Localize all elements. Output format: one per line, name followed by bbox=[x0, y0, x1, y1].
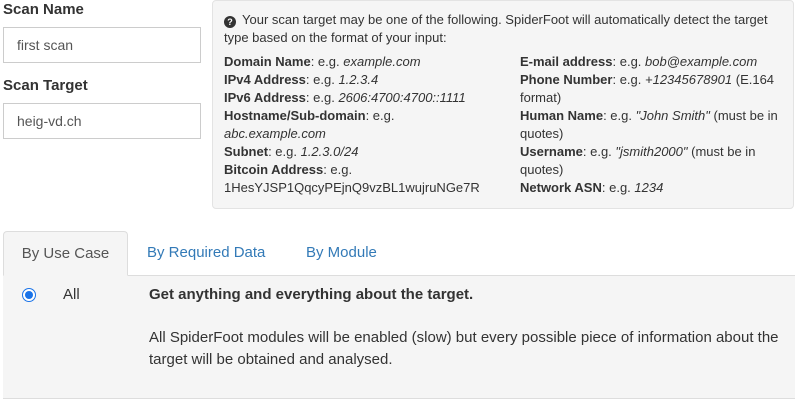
target-type-entry: IPv4 Address: e.g. 1.2.3.4 bbox=[224, 72, 379, 87]
target-type-entry: IPv6 Address: e.g. 2606:4700:4700::1111 bbox=[224, 90, 466, 105]
tab-by-module[interactable]: By Module bbox=[306, 231, 377, 276]
tab-by-required-data[interactable]: By Required Data bbox=[147, 231, 265, 276]
target-type-entry: Network ASN: e.g. 1234 bbox=[520, 180, 664, 195]
use-case-panel: All Get anything and everything about th… bbox=[3, 275, 795, 399]
target-types-right: E-mail address: e.g. bob@example.com Pho… bbox=[520, 53, 788, 197]
target-type-entry: Phone Number: e.g. +12345678901 (E.164 f… bbox=[520, 72, 775, 105]
scan-target-input[interactable] bbox=[3, 103, 201, 139]
target-type-entry: E-mail address: e.g. bob@example.com bbox=[520, 54, 758, 69]
tab-by-use-case[interactable]: By Use Case bbox=[3, 231, 128, 276]
question-circle-icon: ? bbox=[224, 16, 236, 28]
target-type-entry: Human Name: e.g. "John Smith" (must be i… bbox=[520, 108, 778, 141]
target-type-entry: Username: e.g. "jsmith2000" (must be in … bbox=[520, 144, 756, 177]
use-case-option-label[interactable]: All bbox=[63, 286, 80, 303]
target-type-entry: Hostname/Sub-domain: e.g. abc.example.co… bbox=[224, 108, 395, 141]
use-case-description: All SpiderFoot modules will be enabled (… bbox=[149, 329, 779, 368]
help-intro: ? Your scan target may be one of the foll… bbox=[224, 11, 784, 47]
help-intro-text: Your scan target may be one of the follo… bbox=[224, 12, 768, 45]
scan-name-input[interactable] bbox=[3, 27, 201, 63]
target-type-entry: Domain Name: e.g. example.com bbox=[224, 54, 421, 69]
target-type-entry: Bitcoin Address: e.g. 1HesYJSP1QqcyPEjnQ… bbox=[224, 162, 480, 195]
module-selection-tabs: By Use Case By Required Data By Module bbox=[3, 231, 795, 276]
target-type-entry: Subnet: e.g. 1.2.3.0/24 bbox=[224, 144, 359, 159]
scan-target-label: Scan Target bbox=[3, 77, 88, 94]
use-case-title: Get anything and everything about the ta… bbox=[149, 286, 474, 303]
scan-name-label: Scan Name bbox=[3, 1, 84, 18]
target-help-box: ? Your scan target may be one of the foll… bbox=[212, 0, 794, 209]
use-case-all-radio[interactable] bbox=[22, 288, 36, 302]
target-types-left: Domain Name: e.g. example.com IPv4 Addre… bbox=[224, 53, 494, 197]
